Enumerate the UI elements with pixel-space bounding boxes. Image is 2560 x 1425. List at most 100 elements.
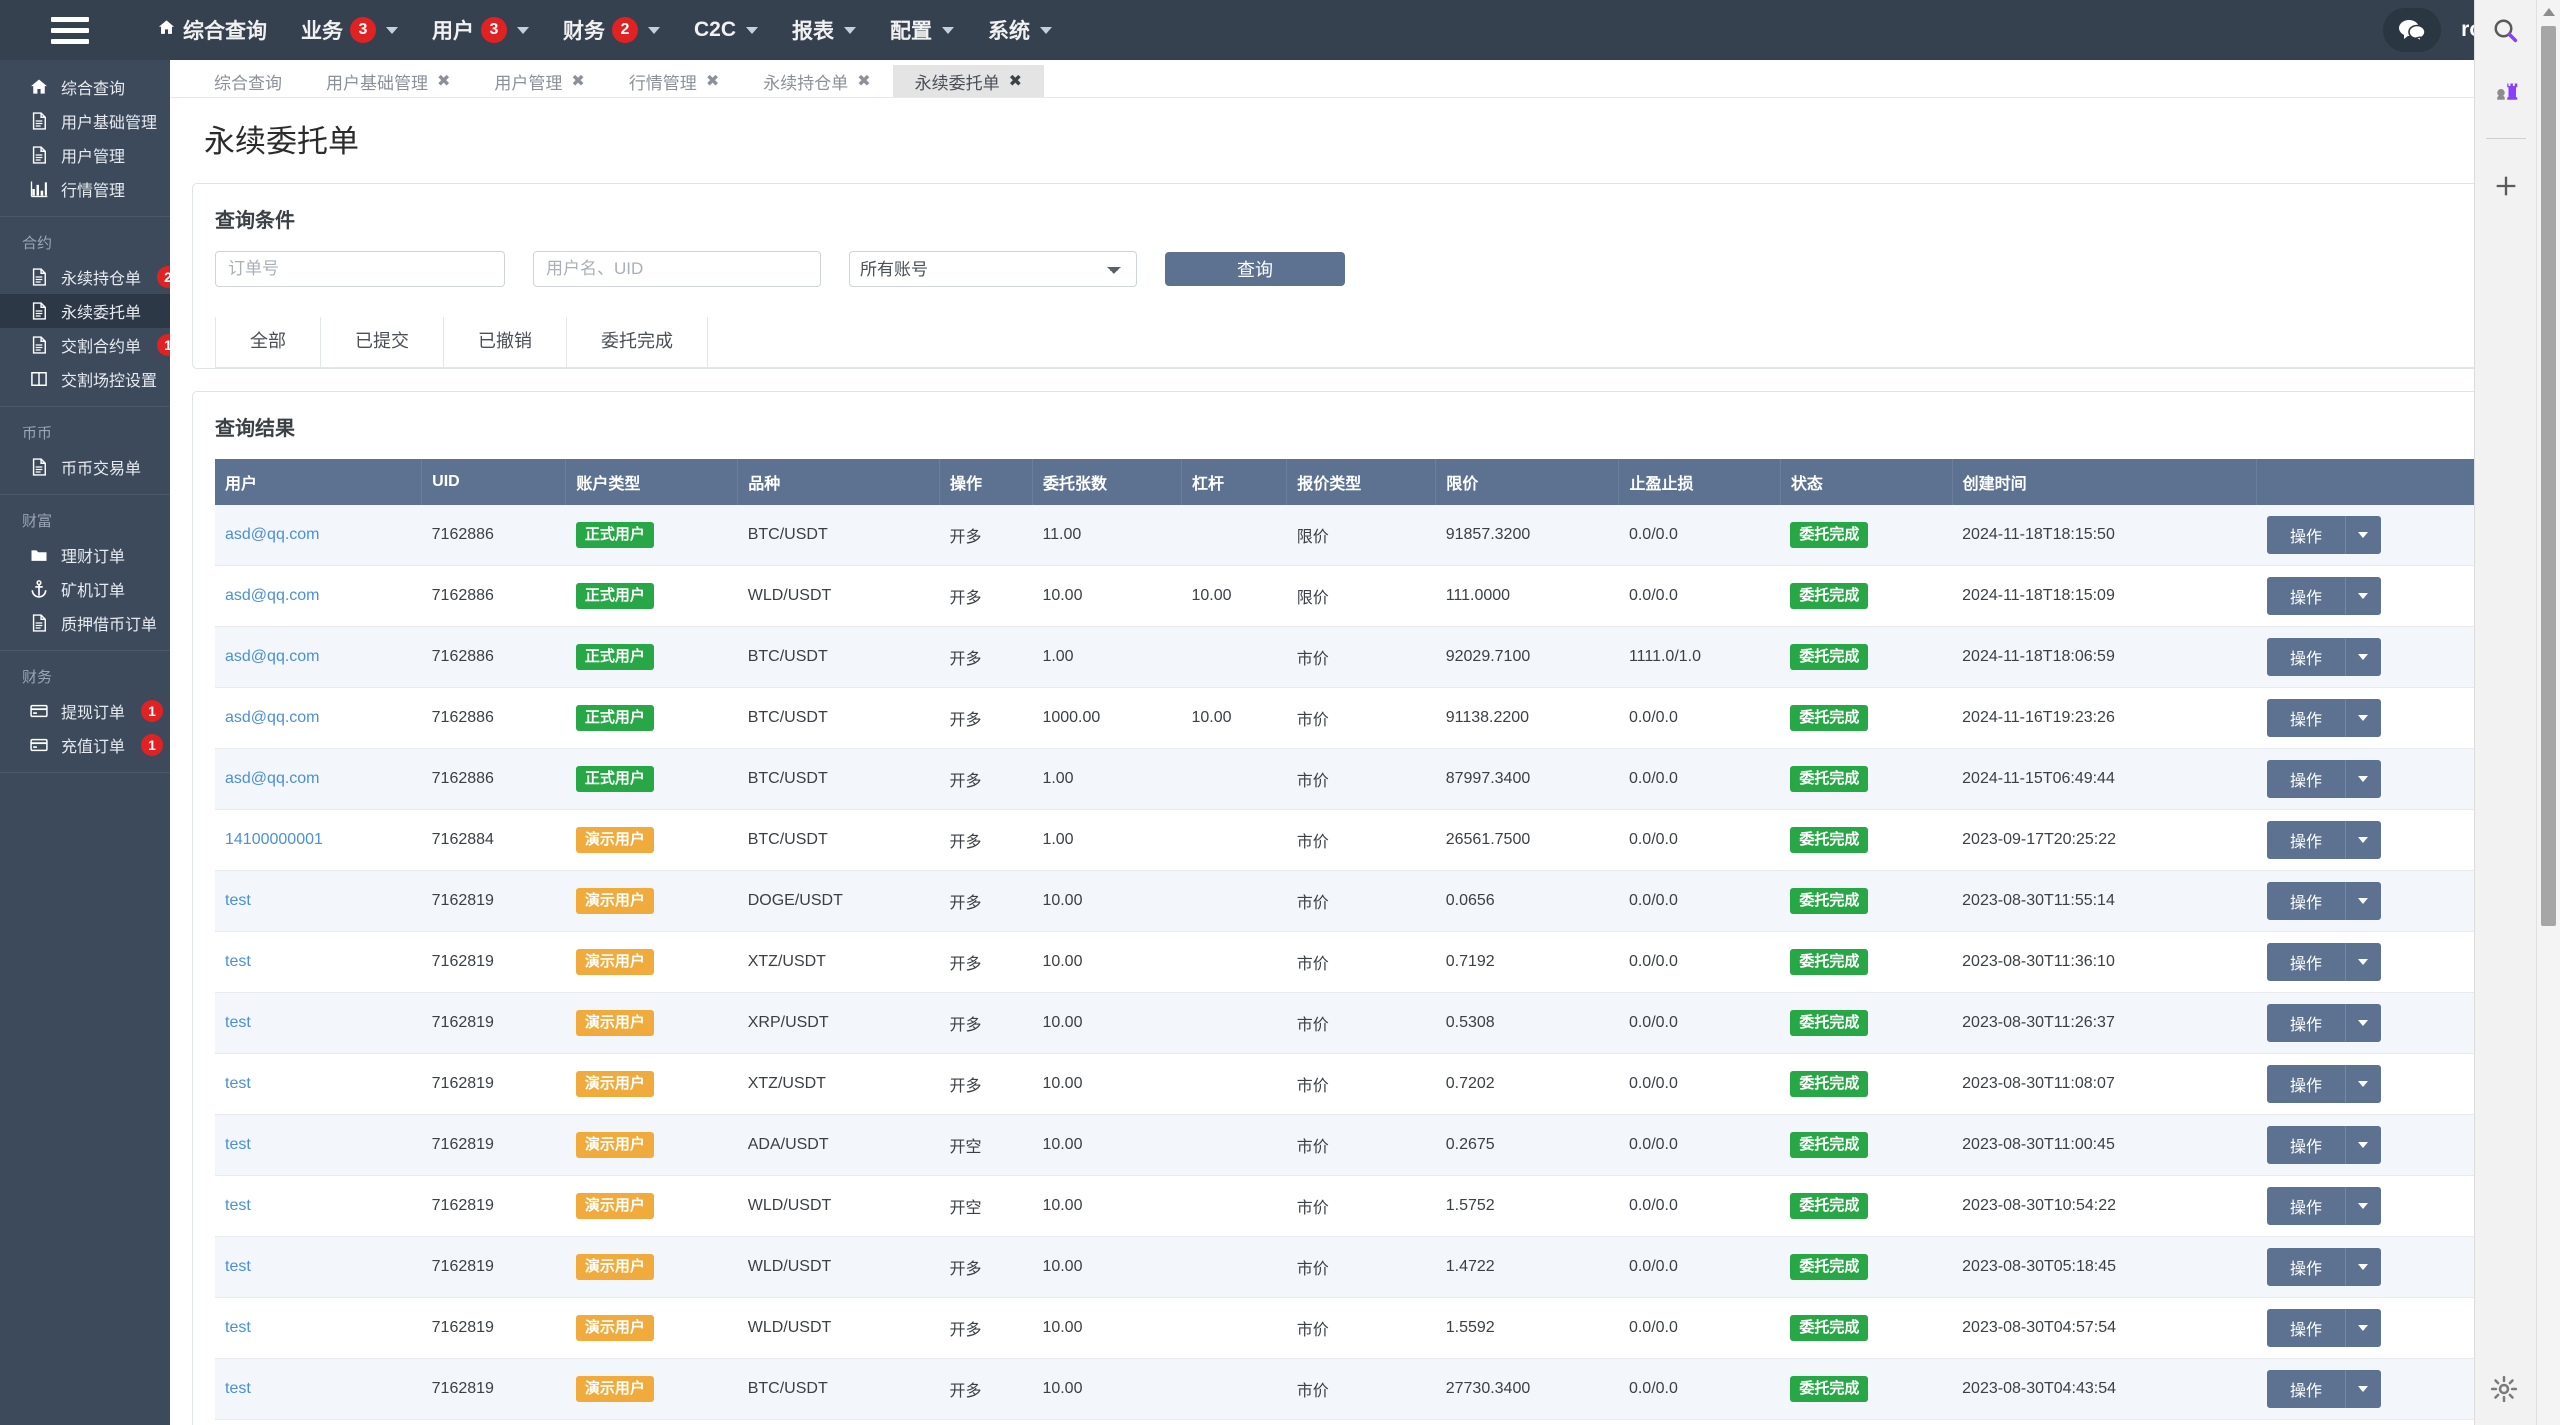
user-link[interactable]: test — [225, 892, 251, 909]
operation-button[interactable]: 操作 — [2266, 821, 2345, 859]
operation-dropdown-toggle[interactable] — [2345, 577, 2381, 615]
operation-dropdown-toggle[interactable] — [2345, 638, 2381, 676]
cell-leverage — [1181, 1114, 1287, 1176]
sidebar-item-矿机订单[interactable]: 矿机订单 — [0, 572, 170, 606]
status-tab-全部[interactable]: 全部 — [215, 317, 321, 367]
tab-综合查询[interactable]: 综合查询 — [192, 65, 304, 97]
nav-item-5[interactable]: 报表 — [775, 0, 873, 60]
user-link[interactable]: test — [225, 1380, 251, 1397]
nav-item-6[interactable]: 配置 — [873, 0, 971, 60]
operation-button[interactable]: 操作 — [2266, 760, 2345, 798]
search-icon[interactable] — [2489, 14, 2523, 48]
operation-button[interactable]: 操作 — [2266, 1187, 2345, 1225]
sidebar-item-交割合约单[interactable]: 交割合约单 1 — [0, 328, 170, 362]
chat-bubble-icon[interactable] — [2383, 8, 2442, 52]
operation-dropdown-toggle[interactable] — [2345, 1187, 2381, 1225]
operation-button[interactable]: 操作 — [2266, 1248, 2345, 1286]
user-link[interactable]: test — [225, 1197, 251, 1214]
operation-button[interactable]: 操作 — [2266, 516, 2345, 554]
sidebar-item-充值订单[interactable]: 充值订单 1 — [0, 728, 170, 762]
chess-pieces-icon[interactable] — [2489, 74, 2523, 108]
operation-dropdown-toggle[interactable] — [2345, 882, 2381, 920]
operation-button[interactable]: 操作 — [2266, 1065, 2345, 1103]
user-link[interactable]: test — [225, 1258, 251, 1275]
sidebar-item-用户基础管理[interactable]: 用户基础管理 — [0, 104, 170, 138]
operation-button[interactable]: 操作 — [2266, 882, 2345, 920]
nav-item-7[interactable]: 系统 — [971, 0, 1069, 60]
operation-dropdown-toggle[interactable] — [2345, 760, 2381, 798]
account-type-badge: 正式用户 — [575, 521, 654, 549]
status-tab-已撤销[interactable]: 已撤销 — [444, 317, 567, 367]
close-icon[interactable]: ✖ — [571, 71, 584, 91]
username-uid-input[interactable] — [533, 251, 821, 287]
close-icon[interactable]: ✖ — [857, 71, 870, 91]
sidebar-item-永续持仓单[interactable]: 永续持仓单 2 — [0, 260, 170, 294]
operation-dropdown-toggle[interactable] — [2345, 1065, 2381, 1103]
operation-dropdown-toggle[interactable] — [2345, 821, 2381, 859]
account-select[interactable]: 所有账号 — [849, 251, 1137, 287]
status-tab-已提交[interactable]: 已提交 — [321, 317, 444, 367]
tab-用户基础管理[interactable]: 用户基础管理 ✖ — [304, 65, 472, 97]
cell-actions: 操作 — [2256, 1297, 2492, 1359]
user-link[interactable]: test — [225, 1014, 251, 1031]
order-no-input[interactable] — [215, 251, 505, 287]
operation-button[interactable]: 操作 — [2266, 638, 2345, 676]
operation-dropdown-toggle[interactable] — [2345, 1126, 2381, 1164]
sidebar-item-行情管理[interactable]: 行情管理 — [0, 172, 170, 206]
operation-dropdown-toggle[interactable] — [2345, 1309, 2381, 1347]
operation-button[interactable]: 操作 — [2266, 1126, 2345, 1164]
user-link[interactable]: 14100000001 — [225, 831, 323, 848]
sidebar-item-综合查询[interactable]: 综合查询 — [0, 70, 170, 104]
operation-dropdown-toggle[interactable] — [2345, 516, 2381, 554]
operation-button[interactable]: 操作 — [2266, 699, 2345, 737]
operation-dropdown-toggle[interactable] — [2345, 699, 2381, 737]
sidebar-item-永续委托单[interactable]: 永续委托单 — [0, 294, 170, 328]
tab-永续持仓单[interactable]: 永续持仓单 ✖ — [741, 65, 892, 97]
user-link[interactable]: test — [225, 953, 251, 970]
operation-dropdown-toggle[interactable] — [2345, 943, 2381, 981]
tab-用户管理[interactable]: 用户管理 ✖ — [472, 65, 606, 97]
nav-item-4[interactable]: C2C — [677, 0, 775, 60]
hamburger-menu-icon[interactable] — [0, 0, 140, 60]
user-link[interactable]: test — [225, 1075, 251, 1092]
sidebar-item-交割场控设置[interactable]: 交割场控设置 — [0, 362, 170, 396]
operation-button[interactable]: 操作 — [2266, 1309, 2345, 1347]
sidebar-item-理财订单[interactable]: 理财订单 — [0, 538, 170, 572]
query-button[interactable]: 查询 — [1165, 252, 1345, 286]
user-link[interactable]: test — [225, 1319, 251, 1336]
user-link[interactable]: asd@qq.com — [225, 587, 320, 604]
operation-button[interactable]: 操作 — [2266, 1004, 2345, 1042]
user-link[interactable]: asd@qq.com — [225, 770, 320, 787]
nav-item-1[interactable]: 业务 3 — [284, 0, 415, 60]
nav-item-2[interactable]: 用户 3 — [415, 0, 546, 60]
user-link[interactable]: test — [225, 1136, 251, 1153]
tab-行情管理[interactable]: 行情管理 ✖ — [607, 65, 741, 97]
gear-icon[interactable] — [2489, 1374, 2519, 1409]
close-icon[interactable]: ✖ — [706, 71, 719, 91]
plus-icon[interactable] — [2489, 169, 2523, 203]
cell-uid: 7162886 — [421, 687, 566, 749]
user-link[interactable]: asd@qq.com — [225, 526, 320, 543]
operation-button[interactable]: 操作 — [2266, 943, 2345, 981]
operation-button[interactable]: 操作 — [2266, 1370, 2345, 1408]
operation-dropdown-toggle[interactable] — [2345, 1248, 2381, 1286]
user-link[interactable]: asd@qq.com — [225, 709, 320, 726]
scrollbar-thumb[interactable] — [2541, 26, 2556, 926]
sidebar-item-提现订单[interactable]: 提现订单 1 — [0, 694, 170, 728]
close-icon[interactable]: ✖ — [437, 71, 450, 91]
operation-button[interactable]: 操作 — [2266, 577, 2345, 615]
operation-dropdown-toggle[interactable] — [2345, 1004, 2381, 1042]
cell-side: 开多 — [939, 931, 1033, 993]
nav-item-0[interactable]: 综合查询 — [140, 0, 284, 60]
operation-dropdown-toggle[interactable] — [2345, 1370, 2381, 1408]
sidebar-item-币币交易单[interactable]: 币币交易单 — [0, 450, 170, 484]
close-icon[interactable]: ✖ — [1009, 71, 1022, 91]
user-link[interactable]: asd@qq.com — [225, 648, 320, 665]
page-scrollbar[interactable] — [2536, 0, 2560, 1425]
nav-item-3[interactable]: 财务 2 — [546, 0, 677, 60]
sidebar-item-用户管理[interactable]: 用户管理 — [0, 138, 170, 172]
status-tab-委托完成[interactable]: 委托完成 — [567, 317, 708, 367]
scroll-up-button[interactable] — [2537, 0, 2560, 24]
sidebar-item-质押借币订单[interactable]: 质押借币订单 — [0, 606, 170, 640]
tab-永续委托单[interactable]: 永续委托单 ✖ — [892, 65, 1045, 97]
